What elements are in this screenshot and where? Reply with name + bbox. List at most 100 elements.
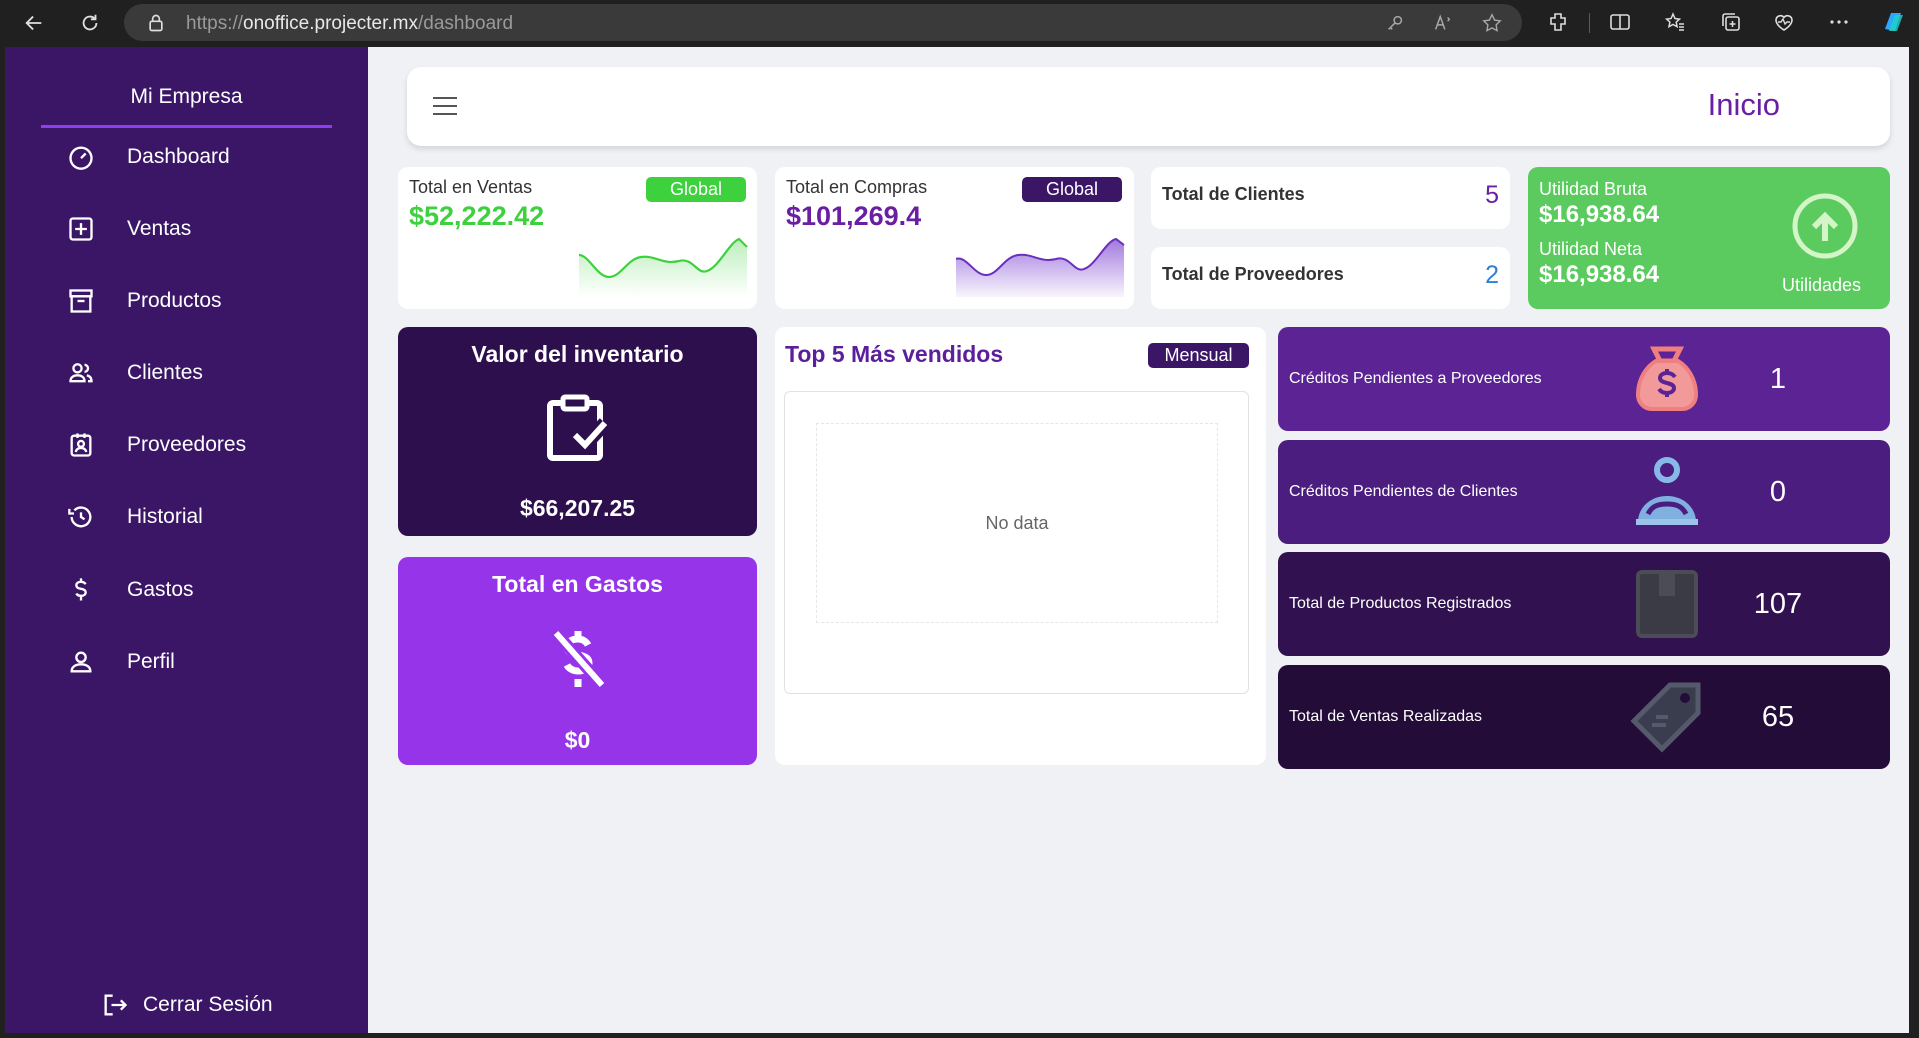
proveedores-label: Total de Proveedores: [1162, 264, 1344, 284]
creditos-clientes-value: 0: [1769, 475, 1787, 508]
productos-registrados-label: Total de Productos Registrados: [1289, 595, 1512, 612]
price-tag-icon: [1630, 682, 1701, 753]
back-button[interactable]: [18, 7, 50, 39]
compras-card[interactable]: Total en Compras Global $101,269.4: [775, 167, 1134, 309]
gastos-value: $0: [564, 727, 591, 753]
more-options-icon[interactable]: [1827, 10, 1851, 34]
copilot-icon[interactable]: [1879, 7, 1909, 37]
creditos-clientes-card[interactable]: Créditos Pendientes de Clientes 0: [1278, 440, 1890, 544]
utilidades-card[interactable]: Utilidad Bruta $16,938.64 Utilidad Neta …: [1528, 167, 1890, 309]
sidebar-item-label: Productos: [127, 289, 222, 312]
top-header: Inicio: [407, 67, 1890, 146]
page-title: Inicio: [1707, 87, 1780, 122]
top5-chart: No data: [784, 391, 1249, 694]
gauge-icon: [65, 141, 97, 173]
ventas-realizadas-value: 65: [1761, 700, 1795, 733]
users-icon: [65, 357, 97, 389]
toolbar-divider: [1589, 13, 1590, 33]
collections-icon[interactable]: [1719, 10, 1743, 34]
creditos-proveedores-value: 1: [1769, 362, 1787, 395]
clientes-card[interactable]: Total de Clientes 5: [1151, 167, 1510, 229]
money-bag-icon: [1635, 346, 1699, 411]
creditos-proveedores-label: Créditos Pendientes a Proveedores: [1289, 370, 1542, 387]
ventas-sparkline: [579, 237, 748, 297]
sidebar-item-historial[interactable]: Historial: [5, 491, 368, 543]
extensions-icon[interactable]: [1546, 10, 1570, 34]
logout-button[interactable]: Cerrar Sesión: [101, 991, 273, 1019]
ventas-realizadas-label: Total de Ventas Realizadas: [1289, 708, 1483, 725]
productos-registrados-value: 107: [1753, 587, 1803, 620]
dollar-icon: [65, 574, 97, 606]
ventas-realizadas-card[interactable]: Total de Ventas Realizadas 65: [1278, 665, 1890, 769]
ventas-badge[interactable]: Global: [646, 177, 746, 202]
gastos-card[interactable]: Total en Gastos $0: [398, 557, 757, 765]
sidebar-item-label: Dashboard: [127, 145, 230, 168]
top5-panel: Top 5 Más vendidos Mensual No data: [775, 327, 1266, 765]
utilidad-neta-label: Utilidad Neta: [1539, 239, 1643, 259]
creditos-proveedores-card[interactable]: Créditos Pendientes a Proveedores 1: [1278, 327, 1890, 431]
key-icon[interactable]: [1384, 12, 1406, 34]
top5-period-badge[interactable]: Mensual: [1148, 343, 1249, 368]
sidebar-item-productos[interactable]: Productos: [5, 275, 368, 327]
archive-box-icon: [65, 285, 97, 317]
browser-toolbar: https://onoffice.projecter.mx/dashboard: [0, 0, 1919, 45]
sidebar-item-dashboard[interactable]: Dashboard: [5, 131, 368, 183]
lock-icon: [149, 14, 163, 32]
logout-icon: [104, 994, 128, 1016]
sidebar-item-perfil[interactable]: Perfil: [5, 636, 368, 688]
plus-square-icon: [65, 213, 97, 245]
compras-sparkline: [956, 237, 1125, 297]
no-money-icon: [551, 629, 606, 689]
star-icon[interactable]: [1481, 12, 1503, 34]
sidebar-item-label: Clientes: [127, 361, 203, 384]
productos-registrados-card[interactable]: Total de Productos Registrados 107: [1278, 552, 1890, 656]
clientes-label: Total de Clientes: [1162, 184, 1305, 204]
sidebar-item-clientes[interactable]: Clientes: [5, 347, 368, 399]
sidebar: Mi Empresa Dashboard Ventas Productos Cl: [5, 47, 368, 1033]
clipboard-check-icon: [546, 394, 610, 461]
box-icon: [1636, 570, 1698, 638]
read-aloud-icon[interactable]: [1432, 12, 1454, 34]
compras-value: $101,269.4: [786, 201, 922, 231]
sidebar-item-ventas[interactable]: Ventas: [5, 203, 368, 255]
proveedores-value: 2: [1485, 261, 1499, 289]
ventas-label: Total en Ventas: [409, 177, 533, 197]
logout-label: Cerrar Sesión: [143, 993, 273, 1016]
utilidades-caption: Utilidades: [1782, 275, 1862, 295]
favorites-icon[interactable]: [1663, 10, 1687, 34]
sidebar-item-label: Gastos: [127, 578, 194, 601]
sidebar-item-gastos[interactable]: Gastos: [5, 564, 368, 616]
sidebar-item-label: Perfil: [127, 650, 175, 673]
ventas-value: $52,222.42: [409, 201, 545, 231]
compras-badge[interactable]: Global: [1022, 177, 1122, 202]
no-data-placeholder: No data: [816, 423, 1218, 623]
client-tray-icon: [1636, 457, 1698, 525]
reload-button[interactable]: [74, 7, 106, 39]
address-bar[interactable]: https://onoffice.projecter.mx/dashboard: [124, 4, 1522, 41]
url-text[interactable]: https://onoffice.projecter.mx/dashboard: [186, 13, 513, 35]
proveedores-card[interactable]: Total de Proveedores 2: [1151, 247, 1510, 309]
reload-icon: [82, 14, 98, 31]
ventas-card[interactable]: Total en Ventas Global $52,222.42: [398, 167, 757, 309]
brand-underline: [41, 125, 332, 128]
app-viewport: Mi Empresa Dashboard Ventas Productos Cl: [5, 47, 1909, 1033]
sidebar-item-label: Ventas: [127, 217, 192, 240]
arrow-left-icon: [25, 15, 42, 31]
arrow-up-circle-icon: [1792, 193, 1858, 259]
gastos-title: Total en Gastos: [492, 571, 663, 597]
inventario-title: Valor del inventario: [471, 341, 684, 367]
compras-label: Total en Compras: [786, 177, 928, 197]
clientes-value: 5: [1485, 181, 1499, 209]
sidebar-item-label: Historial: [127, 505, 203, 528]
hamburger-menu-button[interactable]: [431, 93, 459, 119]
performance-heart-icon[interactable]: [1772, 10, 1796, 34]
sidebar-item-proveedores[interactable]: Proveedores: [5, 419, 368, 471]
history-icon: [65, 501, 97, 533]
utilidad-bruta-value: $16,938.64: [1539, 201, 1660, 228]
badge-id-icon: [65, 429, 97, 461]
inventario-card[interactable]: Valor del inventario $66,207.25: [398, 327, 757, 536]
user-icon: [65, 646, 97, 678]
split-screen-icon[interactable]: [1608, 10, 1632, 34]
creditos-clientes-label: Créditos Pendientes de Clientes: [1289, 483, 1518, 500]
utilidad-neta-value: $16,938.64: [1539, 261, 1660, 288]
